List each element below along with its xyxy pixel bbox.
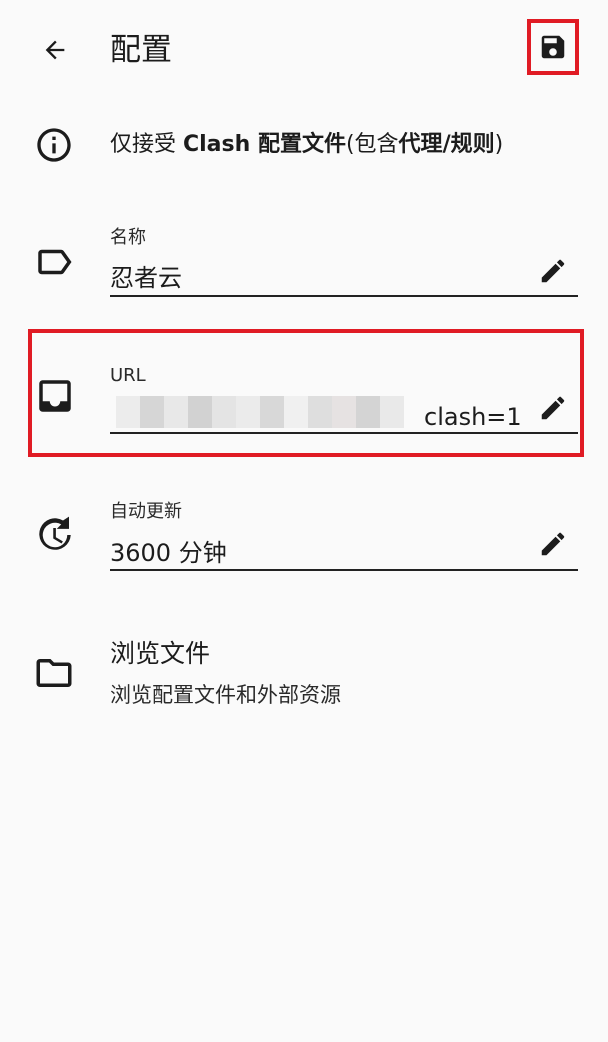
back-button[interactable] <box>30 28 80 72</box>
browse-files-item[interactable] <box>0 620 608 730</box>
edit-name-button[interactable] <box>535 253 571 289</box>
label-tag-icon <box>33 241 75 283</box>
url-field-underline <box>110 432 578 434</box>
save-button[interactable] <box>527 19 579 75</box>
edit-url-button[interactable] <box>535 390 571 426</box>
name-field-label: 名称 <box>110 227 146 248</box>
info-circle-icon <box>34 125 74 165</box>
floppy-disk-icon <box>541 35 565 59</box>
url-field-label: URL <box>110 365 146 386</box>
arrow-left-icon <box>45 40 65 60</box>
url-field-highlight <box>28 329 584 457</box>
pencil-icon <box>541 396 565 420</box>
pencil-icon <box>541 532 565 556</box>
pencil-icon <box>541 259 565 283</box>
name-field-value[interactable]: 忍者云 <box>110 260 530 296</box>
url-redacted-blur <box>116 396 404 428</box>
update-field-underline <box>110 569 578 571</box>
update-field-value[interactable]: 3600 分钟 <box>110 535 530 571</box>
clock-refresh-icon <box>34 514 76 556</box>
page-title: 配置 <box>110 32 172 68</box>
info-text: 仅接受 Clash 配置文件(包含代理/规则) <box>110 132 504 157</box>
edit-update-button[interactable] <box>535 526 571 562</box>
url-field-value[interactable]: clash=1 <box>424 399 534 435</box>
browse-files-subtitle: 浏览配置文件和外部资源 <box>110 683 341 707</box>
folder-icon <box>33 652 75 694</box>
inbox-tray-icon <box>34 375 76 417</box>
update-field-label: 自动更新 <box>110 501 182 522</box>
browse-files-title: 浏览文件 <box>110 639 211 668</box>
name-field-underline <box>110 295 578 297</box>
